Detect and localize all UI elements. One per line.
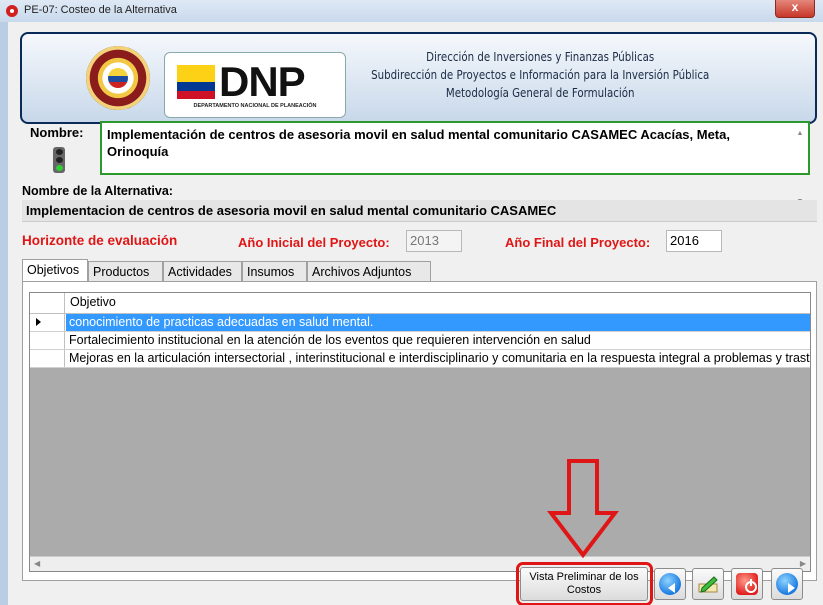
pencil-icon <box>698 576 718 593</box>
tab-insumos[interactable]: Insumos <box>242 261 307 281</box>
main-content: DNP DEPARTAMENTO NACIONAL DE PLANEACIÓN … <box>8 22 823 605</box>
scroll-right-icon[interactable]: ▶ <box>800 559 806 568</box>
header-line-3: Metodología General de Formulación <box>445 85 635 100</box>
objective-cell[interactable]: Fortalecimiento institucional en la aten… <box>66 332 810 349</box>
project-name-value: Implementación de centros de asesoria mo… <box>107 127 730 159</box>
tab-archivos-adjuntos[interactable]: Archivos Adjuntos <box>307 261 431 281</box>
row-selector[interactable] <box>30 332 65 349</box>
header-banner: DNP DEPARTAMENTO NACIONAL DE PLANEACIÓN … <box>20 32 817 124</box>
end-year-label: Año Final del Proyecto: <box>505 235 651 250</box>
annotation-arrow-icon <box>547 459 619 559</box>
close-button[interactable]: x <box>775 0 815 18</box>
horizon-title: Horizonte de evaluación <box>22 233 178 248</box>
row-selector[interactable] <box>30 314 65 331</box>
colombia-seal-icon <box>86 46 150 110</box>
tab-objetivos[interactable]: Objetivos <box>22 259 88 281</box>
alternative-name-label: Nombre de la Alternativa: <box>22 184 173 198</box>
objective-cell[interactable]: Mejoras en la articulación intersectoria… <box>66 350 810 367</box>
table-row[interactable]: conocimiento de practicas adecuadas en s… <box>30 314 810 332</box>
arrow-left-icon <box>659 573 681 595</box>
alternative-name-field: Implementacion de centros de asesoria mo… <box>22 200 817 222</box>
exit-button[interactable] <box>731 568 763 600</box>
window-frame-left <box>0 22 8 605</box>
table-row[interactable]: Fortalecimiento institucional en la aten… <box>30 332 810 350</box>
row-selector[interactable] <box>30 350 65 367</box>
preview-highlight-frame <box>516 562 653 605</box>
power-icon <box>736 573 758 595</box>
header-text: Dirección de Inversiones y Finanzas Públ… <box>368 48 712 102</box>
edit-button[interactable] <box>692 568 724 600</box>
app-window: PE-07: Costeo de la Alternativa x DNP DE… <box>0 0 823 605</box>
objectives-grid[interactable]: Objetivo conocimiento de practicas adecu… <box>29 292 811 572</box>
tab-productos[interactable]: Productos <box>88 261 163 281</box>
name-scrollbar[interactable]: ▲▼ <box>794 125 806 205</box>
objective-cell[interactable]: conocimiento de practicas adecuadas en s… <box>66 314 810 331</box>
window-title: PE-07: Costeo de la Alternativa <box>24 4 177 16</box>
header-line-2: Subdirección de Proyectos e Información … <box>371 67 710 82</box>
title-bar: PE-07: Costeo de la Alternativa x <box>0 0 823 23</box>
row-header-corner <box>30 293 65 313</box>
dnp-logo-subtitle: DEPARTAMENTO NACIONAL DE PLANEACIÓN <box>193 103 317 109</box>
arrow-right-icon <box>776 573 798 595</box>
next-button[interactable] <box>771 568 803 600</box>
colombia-flag-icon <box>177 65 215 99</box>
grid-header: Objetivo <box>30 293 810 314</box>
dnp-logo: DNP DEPARTAMENTO NACIONAL DE PLANEACIÓN <box>164 52 346 118</box>
app-icon <box>6 5 18 17</box>
traffic-light-icon <box>53 147 65 173</box>
header-line-1: Dirección de Inversiones y Finanzas Públ… <box>426 49 655 64</box>
tab-actividades[interactable]: Actividades <box>163 261 242 281</box>
start-year-field: 2013 <box>406 230 462 252</box>
column-header-objetivo[interactable]: Objetivo <box>70 295 116 309</box>
row-pointer-icon <box>36 318 41 326</box>
project-name-label: Nombre: <box>30 125 84 140</box>
tab-panel-objetivos: Objetivo conocimiento de practicas adecu… <box>22 281 817 581</box>
dnp-logo-text: DNP <box>219 58 306 105</box>
back-button[interactable] <box>654 568 686 600</box>
table-row[interactable]: Mejoras en la articulación intersectoria… <box>30 350 810 368</box>
scroll-left-icon[interactable]: ◀ <box>34 559 40 568</box>
project-name-field[interactable]: Implementación de centros de asesoria mo… <box>100 121 810 205</box>
end-year-field[interactable]: 2016 <box>666 230 722 252</box>
start-year-label: Año Inicial del Proyecto: <box>238 235 390 250</box>
